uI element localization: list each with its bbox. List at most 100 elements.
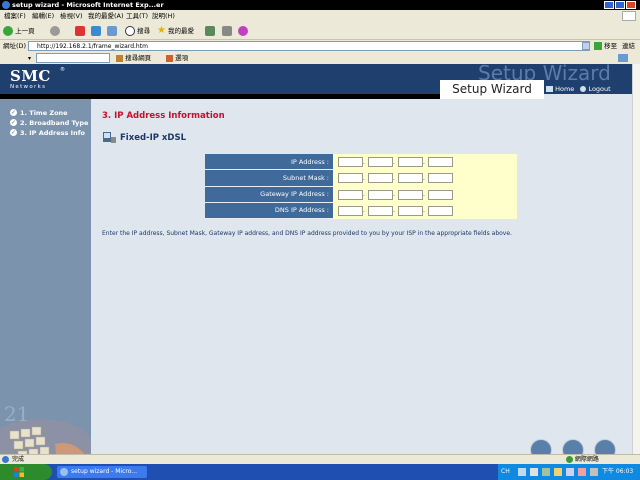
- ip-octet-4-input[interactable]: [428, 157, 453, 168]
- instructions-text: Enter the IP address, Subnet Mask, Gatew…: [102, 230, 512, 237]
- subnet-octet-3-input[interactable]: [398, 173, 423, 184]
- menu-edit[interactable]: 編輯(E): [32, 10, 54, 22]
- web-search-input[interactable]: [36, 53, 110, 63]
- close-button[interactable]: [626, 1, 636, 9]
- home-link[interactable]: Home: [546, 85, 574, 93]
- options-icon: [166, 54, 173, 62]
- back-button[interactable]: 上一頁: [3, 25, 35, 37]
- history-button[interactable]: [205, 25, 215, 37]
- subnet-octet-2-input[interactable]: [368, 173, 393, 184]
- subnet-mask-inputs: ...: [333, 170, 517, 187]
- status-bar: 完成 網際網路: [0, 454, 640, 464]
- web-page: SMC ® Networks Setup Wizard Home Logout …: [0, 64, 632, 454]
- dns-octet-4-input[interactable]: [428, 205, 453, 216]
- step-label: 1. Time Zone: [20, 109, 68, 117]
- menu-file[interactable]: 檔案(F): [4, 10, 26, 22]
- sidebar-step-ip-address-info[interactable]: ✓ 3. IP Address Info: [10, 129, 85, 138]
- start-button[interactable]: [0, 464, 52, 480]
- menu-bar: 檔案(F) 編輯(E) 檢視(V) 我的最愛(A) 工具(T) 說明(H): [0, 10, 640, 22]
- links-button[interactable]: 連結: [622, 41, 635, 52]
- ie-icon: [60, 468, 68, 476]
- search-button[interactable]: 搜尋: [125, 25, 150, 37]
- home-link-label: Home: [555, 85, 575, 93]
- window-title: setup wizard - Microsoft Internet Exp...…: [12, 1, 164, 9]
- check-icon: ✓: [10, 119, 17, 126]
- subnet-mask-label: Subnet Mask :: [205, 170, 333, 187]
- address-label: 網址(D): [3, 42, 27, 50]
- next-nav-button[interactable]: [594, 439, 616, 454]
- smc-logo-sub: Networks: [10, 84, 47, 90]
- sidebar-step-time-zone[interactable]: ✓ 1. Time Zone: [10, 109, 68, 118]
- search-web-button[interactable]: 搜尋網頁: [116, 53, 151, 64]
- home-icon: [546, 86, 553, 92]
- forward-button[interactable]: [50, 25, 60, 37]
- help-nav-button[interactable]: [562, 439, 584, 454]
- back-nav-button[interactable]: [530, 439, 552, 454]
- taskbar-window-button[interactable]: setup wizard - Micro...: [57, 466, 147, 478]
- tray-icon[interactable]: [578, 468, 586, 476]
- history-icon: [205, 26, 215, 36]
- refresh-icon: [91, 26, 101, 36]
- address-input[interactable]: http://192.168.2.1/frame_wizard.htm: [28, 41, 590, 51]
- mail-button[interactable]: [222, 25, 232, 37]
- toolbar-extra-icon[interactable]: [618, 54, 628, 62]
- search-dropdown-icon[interactable]: ▾: [28, 55, 31, 62]
- tray-icon[interactable]: [590, 468, 598, 476]
- address-dropdown-icon[interactable]: [582, 42, 590, 50]
- logout-link[interactable]: Logout: [580, 85, 611, 93]
- stop-button[interactable]: [75, 25, 85, 37]
- subnet-octet-1-input[interactable]: [338, 173, 363, 184]
- taskbar-window-label: setup wizard - Micro...: [71, 468, 138, 475]
- menu-favorites[interactable]: 我的最愛(A): [88, 10, 124, 22]
- ip-octet-2-input[interactable]: [368, 157, 393, 168]
- setup-wizard-title: Setup Wizard: [452, 82, 532, 96]
- windows-logo-icon: [622, 11, 636, 21]
- vertical-scrollbar[interactable]: [632, 64, 640, 454]
- check-icon: ✓: [10, 109, 17, 116]
- ip-octet-3-input[interactable]: [398, 157, 423, 168]
- tray-icon[interactable]: [518, 468, 526, 476]
- gateway-octet-2-input[interactable]: [368, 189, 393, 200]
- smc-logo: SMC: [10, 67, 51, 85]
- refresh-button[interactable]: [91, 25, 101, 37]
- messenger-button[interactable]: [238, 25, 248, 37]
- dns-octet-1-input[interactable]: [338, 205, 363, 216]
- maximize-button[interactable]: [615, 1, 625, 9]
- clock: 下午 06:03: [602, 468, 634, 475]
- options-button[interactable]: 選項: [166, 53, 188, 64]
- registered-mark: ®: [60, 67, 65, 73]
- dns-octet-2-input[interactable]: [368, 205, 393, 216]
- menu-tools[interactable]: 工具(T): [126, 10, 148, 22]
- menu-help[interactable]: 說明(H): [152, 10, 175, 22]
- art-number: 21: [4, 402, 29, 426]
- language-indicator[interactable]: CH: [501, 464, 510, 480]
- go-arrow-icon: [594, 42, 602, 50]
- subnet-octet-4-input[interactable]: [428, 173, 453, 184]
- connection-type-title: Fixed-IP xDSL: [120, 133, 187, 143]
- mail-icon: [222, 26, 232, 36]
- search-icon: [125, 26, 135, 36]
- search-bar: ▾ 搜尋網頁 選項: [0, 53, 640, 64]
- favorites-button[interactable]: ★ 我的最愛: [157, 25, 194, 37]
- tray-icon[interactable]: [542, 468, 550, 476]
- tray-icon[interactable]: [554, 468, 562, 476]
- menu-view[interactable]: 檢視(V): [60, 10, 83, 22]
- window-title-bar: setup wizard - Microsoft Internet Exp...…: [0, 0, 640, 10]
- dns-octet-3-input[interactable]: [398, 205, 423, 216]
- home-button[interactable]: [107, 25, 117, 37]
- check-icon: ✓: [10, 129, 17, 136]
- modem-icon: [103, 132, 116, 143]
- options-label: 選項: [175, 54, 189, 62]
- go-button[interactable]: 移至: [594, 41, 617, 52]
- sidebar-step-broadband-type[interactable]: ✓ 2. Broadband Type: [10, 119, 88, 128]
- tray-icon[interactable]: [530, 468, 538, 476]
- wizard-content: 3. IP Address Information Fixed-IP xDSL …: [91, 99, 632, 454]
- ip-octet-1-input[interactable]: [338, 157, 363, 168]
- gateway-octet-4-input[interactable]: [428, 189, 453, 200]
- logout-link-label: Logout: [588, 85, 611, 93]
- tray-icon[interactable]: [566, 468, 574, 476]
- gateway-octet-1-input[interactable]: [338, 189, 363, 200]
- binoculars-icon: [116, 54, 123, 62]
- gateway-octet-3-input[interactable]: [398, 189, 423, 200]
- minimize-button[interactable]: [604, 1, 614, 9]
